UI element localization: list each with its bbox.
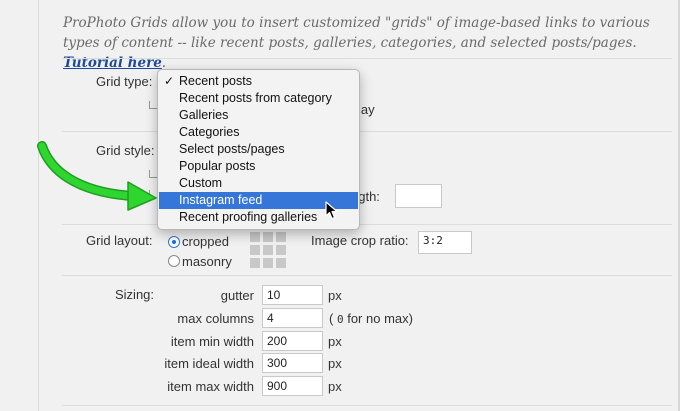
max-columns-label: max columns [177, 311, 254, 326]
grid-type-option[interactable]: ✓ Recent posts [159, 73, 358, 90]
item-min-width-unit: px [328, 334, 342, 349]
item-ideal-width-input[interactable]: 300 [262, 353, 323, 373]
grid-type-option[interactable]: Recent posts from category [159, 90, 358, 107]
sub-option-hook-icon [149, 101, 157, 109]
green-arrow-icon [37, 141, 157, 211]
item-min-width-input[interactable]: 200 [262, 331, 323, 351]
item-min-width-label: item min width [170, 334, 254, 349]
divider [62, 58, 672, 59]
intro-text: ProPhoto Grids allow you to insert custo… [63, 13, 663, 73]
divider [62, 131, 672, 132]
masonry-radio-label: masonry [182, 254, 232, 269]
cropped-grid-layout-icon [250, 232, 286, 268]
max-columns-input[interactable]: 4 [262, 308, 323, 328]
divider [62, 224, 672, 225]
gutter-input[interactable]: 10 [262, 285, 323, 305]
grid-type-label: Grid type: [96, 74, 153, 89]
note-code: 0 [336, 313, 344, 326]
gutter-unit: px [328, 288, 342, 303]
length-input[interactable] [395, 184, 442, 208]
masonry-radio[interactable] [168, 255, 180, 267]
item-ideal-width-unit: px [328, 356, 342, 371]
item-max-width-input[interactable]: 900 [262, 376, 323, 396]
divider [62, 405, 672, 406]
note-suffix: for no max) [347, 311, 413, 326]
note-prefix: ( [329, 311, 334, 326]
gutter-label: gutter [220, 288, 254, 303]
grid-type-option[interactable]: Select posts/pages [159, 141, 358, 158]
grid-type-option[interactable]: Custom [159, 175, 358, 192]
checkmark-icon: ✓ [164, 74, 175, 88]
crop-ratio-label: Image crop ratio: [311, 233, 409, 248]
sizing-label: Sizing: [115, 287, 155, 302]
grid-type-option[interactable]: Categories [159, 124, 358, 141]
cropped-radio-label: cropped [182, 234, 229, 249]
grid-type-option[interactable]: Popular posts [159, 158, 358, 175]
intro-description: ProPhoto Grids allow you to insert custo… [63, 15, 650, 51]
cropped-radio[interactable] [168, 236, 180, 248]
grid-type-option[interactable]: Galleries [159, 107, 358, 124]
item-ideal-width-label: item ideal width [164, 356, 254, 371]
divider [62, 275, 672, 276]
mouse-cursor-icon [325, 201, 338, 220]
grid-type-suboption-fragment: lay [358, 102, 375, 117]
grid-layout-label: Grid layout: [86, 233, 153, 248]
item-max-width-unit: px [328, 379, 342, 394]
item-max-width-label: item max width [167, 379, 254, 394]
max-columns-note: ( 0 for no max) [329, 311, 413, 326]
crop-ratio-input[interactable]: 3:2 [418, 231, 472, 254]
